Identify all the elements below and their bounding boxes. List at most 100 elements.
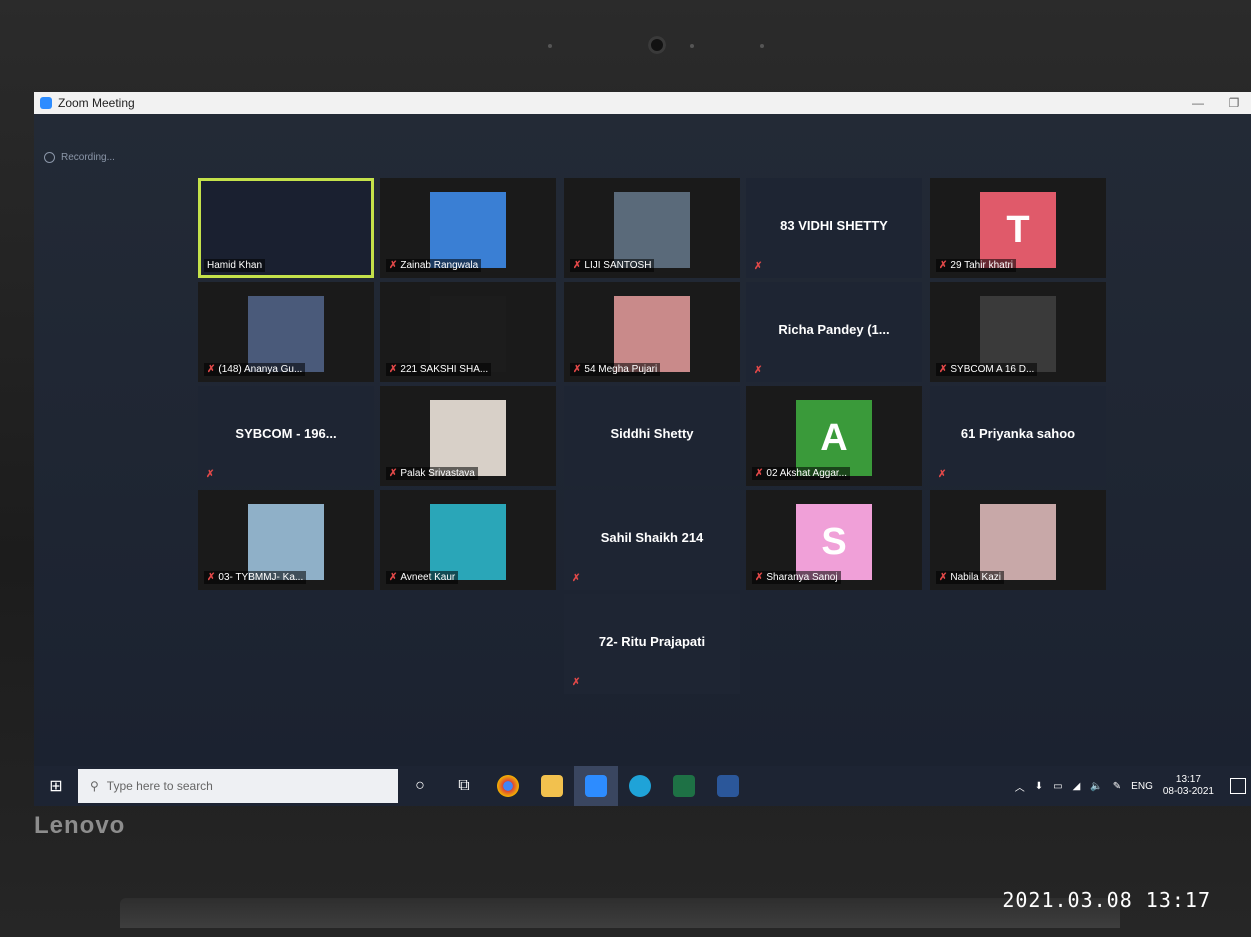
restore-button[interactable]: ❐ bbox=[1216, 92, 1251, 114]
participant-video bbox=[430, 192, 506, 268]
mic-muted-icon: ✗ bbox=[206, 469, 215, 480]
mic-muted-icon: ✗ bbox=[389, 572, 398, 583]
edge-button[interactable] bbox=[618, 766, 662, 806]
zoom-icon bbox=[585, 775, 607, 797]
search-placeholder: Type here to search bbox=[106, 779, 213, 793]
participant-name: Richa Pandey (1... bbox=[778, 322, 890, 337]
battery-icon[interactable]: ▭ bbox=[1053, 781, 1062, 792]
chrome-icon bbox=[497, 775, 519, 797]
clock-date: 08-03-2021 bbox=[1162, 786, 1214, 797]
participant-tile[interactable]: ✗ LIJI SANTOSH bbox=[564, 178, 740, 278]
windows-icon: ⊞ bbox=[49, 778, 63, 795]
participant-tile[interactable]: 61 Priyanka sahoo ✗ bbox=[930, 386, 1106, 486]
participant-name: 29 Tahir khatri bbox=[950, 260, 1014, 271]
wifi-icon[interactable]: ◢ bbox=[1073, 781, 1081, 792]
participant-label: ✗ 02 Akshat Aggar... bbox=[752, 467, 851, 480]
participant-name: 83 VIDHI SHETTY bbox=[780, 218, 888, 233]
participant-name: Palak Srivastava bbox=[400, 468, 475, 479]
mic-muted-icon: ✗ bbox=[939, 364, 948, 375]
mic-muted-icon: ✗ bbox=[573, 260, 582, 271]
participant-tile[interactable]: S ✗ Sharanya Sanoj bbox=[746, 490, 922, 590]
participant-name: Zainab Rangwala bbox=[400, 260, 479, 271]
participant-tile[interactable]: T ✗ 29 Tahir khatri bbox=[930, 178, 1106, 278]
participant-label: ✗ Zainab Rangwala bbox=[386, 259, 482, 272]
minimize-button[interactable]: — bbox=[1180, 92, 1216, 114]
participant-video bbox=[430, 400, 506, 476]
participant-avatar: A bbox=[796, 400, 872, 476]
participant-tile[interactable]: 83 VIDHI SHETTY ✗ bbox=[746, 178, 922, 278]
participant-tile[interactable]: A ✗ 02 Akshat Aggar... bbox=[746, 386, 922, 486]
notification-icon[interactable] bbox=[1230, 778, 1246, 794]
participant-video bbox=[980, 296, 1056, 372]
mic-muted-icon: ✗ bbox=[389, 468, 398, 479]
participant-label: ✗ 29 Tahir khatri bbox=[936, 259, 1017, 272]
pen-icon[interactable]: ✎ bbox=[1113, 781, 1121, 792]
mic-muted-icon: ✗ bbox=[939, 260, 948, 271]
excel-icon bbox=[673, 775, 695, 797]
mic-muted-icon: ✗ bbox=[754, 365, 763, 376]
lenovo-logo: Lenovo bbox=[34, 812, 126, 839]
participant-video bbox=[248, 504, 324, 580]
participant-tile[interactable]: 72- Ritu Prajapati ✗ bbox=[564, 594, 740, 694]
taskbar-search[interactable]: ⚲ Type here to search bbox=[78, 769, 398, 803]
participant-label: ✗ 03- TYBMMJ- Ka... bbox=[204, 571, 307, 584]
chevron-up-icon[interactable]: ︿ bbox=[1015, 779, 1025, 794]
participant-name: Nabila Kazi bbox=[950, 572, 1001, 583]
usb-icon[interactable]: ⬇ bbox=[1035, 781, 1043, 792]
participant-avatar: T bbox=[980, 192, 1056, 268]
participant-name: 02 Akshat Aggar... bbox=[766, 468, 848, 479]
participant-video bbox=[248, 296, 324, 372]
participant-name: (148) Ananya Gu... bbox=[218, 364, 303, 375]
system-tray: ︿ ⬇ ▭ ◢ 🔈 ✎ ENG 13:17 08-03-2021 bbox=[1015, 766, 1214, 806]
participant-tile[interactable]: SYBCOM - 196... ✗ bbox=[198, 386, 374, 486]
participant-tile[interactable]: ✗ (148) Ananya Gu... bbox=[198, 282, 374, 382]
participant-tile[interactable]: ✗ 54 Megha Pujari bbox=[564, 282, 740, 382]
file-explorer-button[interactable] bbox=[530, 766, 574, 806]
cortana-button[interactable]: ○ bbox=[398, 766, 442, 806]
recording-label: Recording... bbox=[61, 152, 115, 163]
participant-tile[interactable]: ✗ Nabila Kazi bbox=[930, 490, 1106, 590]
chrome-button[interactable] bbox=[486, 766, 530, 806]
start-button[interactable]: ⊞ bbox=[34, 766, 78, 806]
mic-muted-icon: ✗ bbox=[572, 573, 581, 584]
volume-icon[interactable]: 🔈 bbox=[1090, 781, 1102, 792]
mic-muted-icon: ✗ bbox=[939, 572, 948, 583]
zoom-taskbar-button[interactable] bbox=[574, 766, 618, 806]
participant-video bbox=[614, 296, 690, 372]
word-button[interactable] bbox=[706, 766, 750, 806]
task-view-button[interactable]: ⧉ bbox=[442, 766, 486, 806]
participant-tile[interactable]: ✗ SYBCOM A 16 D... bbox=[930, 282, 1106, 382]
sensor-dot bbox=[760, 44, 764, 48]
participant-tile[interactable]: Siddhi Shetty bbox=[564, 386, 740, 486]
participant-label: Hamid Khan bbox=[204, 259, 266, 272]
participant-label: ✗ SYBCOM A 16 D... bbox=[936, 363, 1038, 376]
excel-button[interactable] bbox=[662, 766, 706, 806]
mic-muted-icon: ✗ bbox=[938, 469, 947, 480]
participant-tile[interactable]: ✗ 03- TYBMMJ- Ka... bbox=[198, 490, 374, 590]
participant-tile[interactable]: ✗ 221 SAKSHI SHA... bbox=[380, 282, 556, 382]
participant-tile[interactable]: Richa Pandey (1... ✗ bbox=[746, 282, 922, 382]
folder-icon bbox=[541, 775, 563, 797]
sensor-dot bbox=[690, 44, 694, 48]
mic-muted-icon: ✗ bbox=[389, 364, 398, 375]
laptop-hinge bbox=[120, 898, 1120, 928]
participant-tile[interactable]: ✗ Palak Srivastava bbox=[380, 386, 556, 486]
mic-muted-icon: ✗ bbox=[207, 572, 216, 583]
participant-label: ✗ 54 Megha Pujari bbox=[570, 363, 661, 376]
taskbar-clock[interactable]: 13:17 08-03-2021 bbox=[1163, 774, 1214, 798]
participant-tile[interactable]: ✗ Avneet Kaur bbox=[380, 490, 556, 590]
participant-tile[interactable]: ✗ Zainab Rangwala bbox=[380, 178, 556, 278]
participant-name: Hamid Khan bbox=[207, 260, 263, 271]
webcam bbox=[648, 36, 666, 54]
cortana-icon: ○ bbox=[415, 777, 425, 794]
mic-muted-icon: ✗ bbox=[573, 364, 582, 375]
task-view-icon: ⧉ bbox=[458, 777, 470, 794]
participant-video bbox=[430, 504, 506, 580]
window-titlebar: Zoom Meeting — ❐ bbox=[34, 92, 1251, 114]
language-indicator[interactable]: ENG bbox=[1131, 781, 1153, 792]
participant-tile[interactable]: Sahil Shaikh 214 ✗ bbox=[564, 490, 740, 590]
participant-tile[interactable]: Hamid Khan bbox=[198, 178, 374, 278]
mic-muted-icon: ✗ bbox=[754, 261, 763, 272]
participant-name: 221 SAKSHI SHA... bbox=[400, 364, 489, 375]
zoom-logo-icon bbox=[40, 97, 52, 109]
